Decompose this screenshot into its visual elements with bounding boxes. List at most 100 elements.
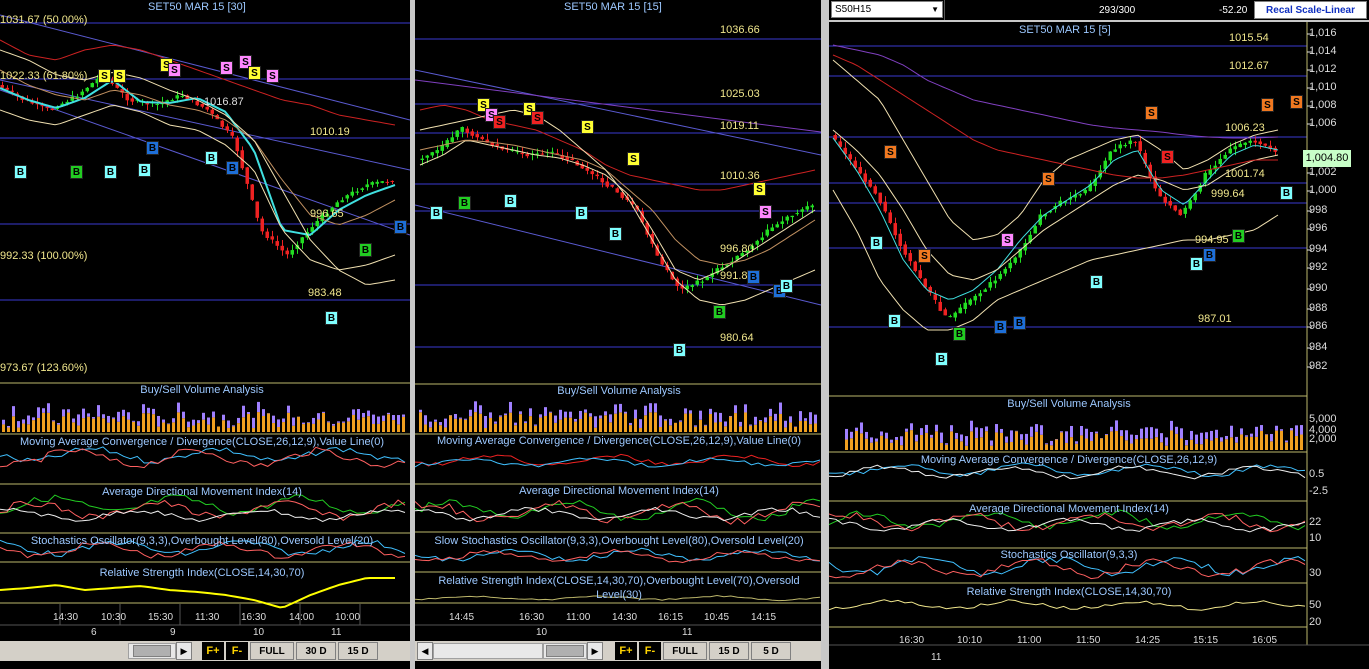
range-button[interactable]: 15 D: [709, 642, 749, 660]
sell-signal-marker[interactable]: S: [113, 69, 126, 83]
buy-signal-marker[interactable]: B: [205, 151, 218, 165]
zoom-out-button[interactable]: F-: [639, 642, 661, 660]
scroll-right-arrow-icon[interactable]: ▶: [587, 642, 603, 660]
sell-signal-marker[interactable]: S: [627, 152, 640, 166]
sell-signal-marker[interactable]: S: [1261, 98, 1274, 112]
full-range-button[interactable]: FULL: [250, 642, 294, 660]
buy-signal-marker[interactable]: B: [1090, 275, 1103, 289]
sell-signal-marker[interactable]: S: [1042, 172, 1055, 186]
range-button[interactable]: 30 D: [296, 642, 336, 660]
volume-bar: [599, 415, 602, 419]
sell-signal-marker[interactable]: S: [918, 249, 931, 263]
scrollbar-thumb[interactable]: [546, 645, 584, 657]
chart-panel-15min[interactable]: SET50 MAR 15 [15] 1036.66 1025.03 1019.1…: [415, 0, 821, 669]
volume-bar: [387, 412, 390, 415]
sell-signal-marker[interactable]: S: [220, 61, 233, 75]
volume-bar: [252, 427, 255, 432]
price-axis-tick: 988: [1309, 302, 1328, 314]
buy-signal-marker[interactable]: B: [1190, 257, 1203, 271]
price-axis-tick: 998: [1309, 204, 1328, 216]
volume-bar: [1250, 433, 1253, 437]
horizontal-scrollbar[interactable]: [433, 643, 543, 659]
range-button[interactable]: 15 D: [338, 642, 378, 660]
buy-signal-marker[interactable]: B: [780, 279, 793, 293]
buy-signal-marker[interactable]: B: [14, 165, 27, 179]
symbol-select[interactable]: S50H15 ▼: [831, 1, 943, 18]
buy-signal-marker[interactable]: B: [870, 236, 883, 250]
sell-signal-marker[interactable]: S: [1145, 106, 1158, 120]
sell-signal-marker[interactable]: S: [581, 120, 594, 134]
buy-signal-marker[interactable]: B: [359, 243, 372, 257]
buy-signal-marker[interactable]: B: [1280, 186, 1293, 200]
volume-bar: [694, 426, 697, 432]
buy-signal-marker[interactable]: B: [609, 227, 622, 241]
recal-scale-button[interactable]: Recal Scale-Linear: [1254, 1, 1367, 19]
buy-signal-marker[interactable]: B: [953, 327, 966, 341]
buy-signal-marker[interactable]: B: [394, 220, 407, 234]
buy-signal-marker[interactable]: B: [994, 320, 1007, 334]
volume-bar: [367, 410, 370, 417]
buy-signal-marker[interactable]: B: [70, 165, 83, 179]
candle: [953, 312, 957, 318]
buy-signal-marker[interactable]: B: [935, 352, 948, 366]
scroll-left-arrow-icon[interactable]: ◀: [417, 642, 433, 660]
buy-signal-marker[interactable]: B: [1013, 316, 1026, 330]
panel-splitter[interactable]: [821, 0, 829, 669]
volume-bar: [352, 409, 355, 415]
sell-signal-marker[interactable]: S: [248, 66, 261, 80]
zoom-in-button[interactable]: F+: [615, 642, 637, 660]
horizontal-scrollbar[interactable]: [128, 643, 176, 659]
volume-bar: [639, 427, 642, 432]
full-range-button[interactable]: FULL: [663, 642, 707, 660]
chart-panel-30min[interactable]: SET50 MAR 15 [30] 1031.67 (50.00%) 1022.…: [0, 0, 410, 669]
buy-signal-marker[interactable]: B: [1203, 248, 1216, 262]
time-tick: 15:30: [148, 612, 174, 623]
buy-signal-marker[interactable]: B: [458, 196, 471, 210]
sell-signal-marker[interactable]: S: [168, 63, 181, 77]
buy-signal-marker[interactable]: B: [504, 194, 517, 208]
scrollbar-thumb[interactable]: [133, 645, 171, 657]
sell-signal-marker[interactable]: S: [1290, 95, 1303, 109]
sell-signal-marker[interactable]: S: [531, 111, 544, 125]
sell-signal-marker[interactable]: S: [753, 182, 766, 196]
buy-signal-marker[interactable]: B: [713, 305, 726, 319]
volume-bar: [1095, 431, 1098, 434]
zoom-out-button[interactable]: F-: [226, 642, 248, 660]
volume-bar: [434, 421, 437, 432]
scroll-right-arrow-icon[interactable]: ▶: [176, 642, 192, 660]
oscillator-line: [415, 499, 821, 525]
candle: [948, 316, 952, 318]
buy-signal-marker[interactable]: B: [430, 206, 443, 220]
price-chart-15min[interactable]: [415, 0, 821, 669]
buy-signal-marker[interactable]: B: [146, 141, 159, 155]
buy-signal-marker[interactable]: B: [888, 314, 901, 328]
sell-signal-marker[interactable]: S: [759, 205, 772, 219]
sell-signal-marker[interactable]: S: [884, 145, 897, 159]
candle: [755, 240, 759, 245]
chart-panel-5min[interactable]: S50H15 ▼ 293/300 -52.20 Recal Scale-Linea…: [829, 0, 1369, 669]
buy-signal-marker[interactable]: B: [1232, 229, 1245, 243]
sell-signal-marker[interactable]: S: [266, 69, 279, 83]
volume-bar: [107, 422, 110, 432]
sell-signal-marker[interactable]: S: [493, 115, 506, 129]
buy-signal-marker[interactable]: B: [138, 163, 151, 177]
scrollbar-segment[interactable]: [543, 643, 587, 659]
trend-line: [415, 204, 821, 306]
sell-signal-marker[interactable]: S: [1161, 150, 1174, 164]
volume-bar: [1255, 436, 1258, 450]
volume-bar: [694, 425, 697, 427]
buy-signal-marker[interactable]: B: [325, 311, 338, 325]
zoom-in-button[interactable]: F+: [202, 642, 224, 660]
panel-title: SET50 MAR 15 [30]: [148, 1, 246, 13]
buy-signal-marker[interactable]: B: [104, 165, 117, 179]
buy-signal-marker[interactable]: B: [673, 343, 686, 357]
buy-signal-marker[interactable]: B: [575, 206, 588, 220]
volume-bar: [1135, 439, 1138, 450]
volume-bar: [1245, 435, 1248, 437]
sell-signal-marker[interactable]: S: [1001, 233, 1014, 247]
buy-signal-marker[interactable]: B: [226, 161, 239, 175]
sell-signal-marker[interactable]: S: [98, 69, 111, 83]
range-button[interactable]: 5 D: [751, 642, 791, 660]
buy-signal-marker[interactable]: B: [747, 270, 760, 284]
price-chart-5min[interactable]: [829, 0, 1369, 669]
